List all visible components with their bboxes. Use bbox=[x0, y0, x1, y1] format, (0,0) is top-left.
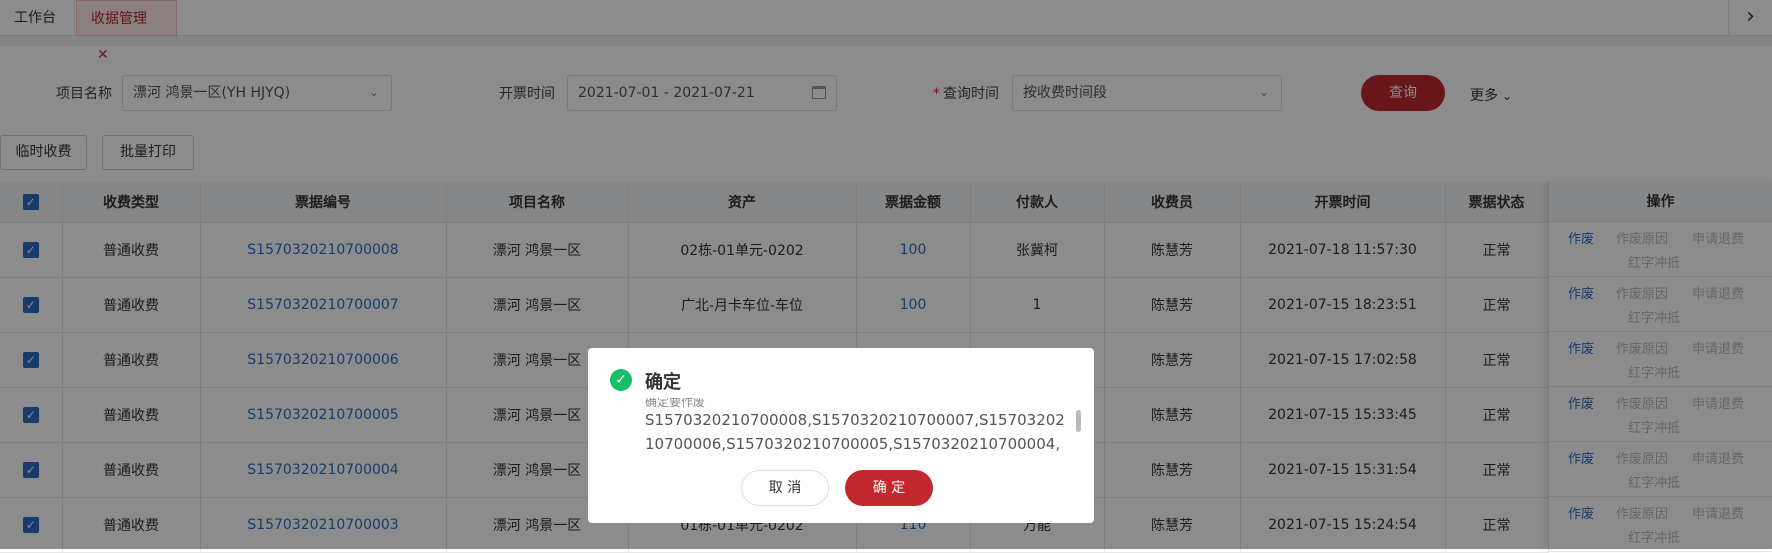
cancel-button[interactable]: 取 消 bbox=[741, 470, 829, 506]
dialog-message-cut-line: 确定要作废 bbox=[645, 398, 706, 408]
check-circle-icon: ✓ bbox=[610, 369, 632, 391]
confirm-dialog: ✓ 确定 确定要作废 S1570320210700008,S1570320210… bbox=[588, 348, 1094, 523]
dialog-title: 确定 bbox=[645, 372, 681, 393]
confirm-button[interactable]: 确 定 bbox=[845, 470, 933, 506]
dialog-message: 确定要作废 S1570320210700008,S157032021070000… bbox=[645, 398, 1065, 456]
dialog-message-text: S1570320210700008,S1570320210700007,S157… bbox=[645, 411, 1065, 453]
dialog-scrollbar[interactable] bbox=[1076, 410, 1081, 432]
